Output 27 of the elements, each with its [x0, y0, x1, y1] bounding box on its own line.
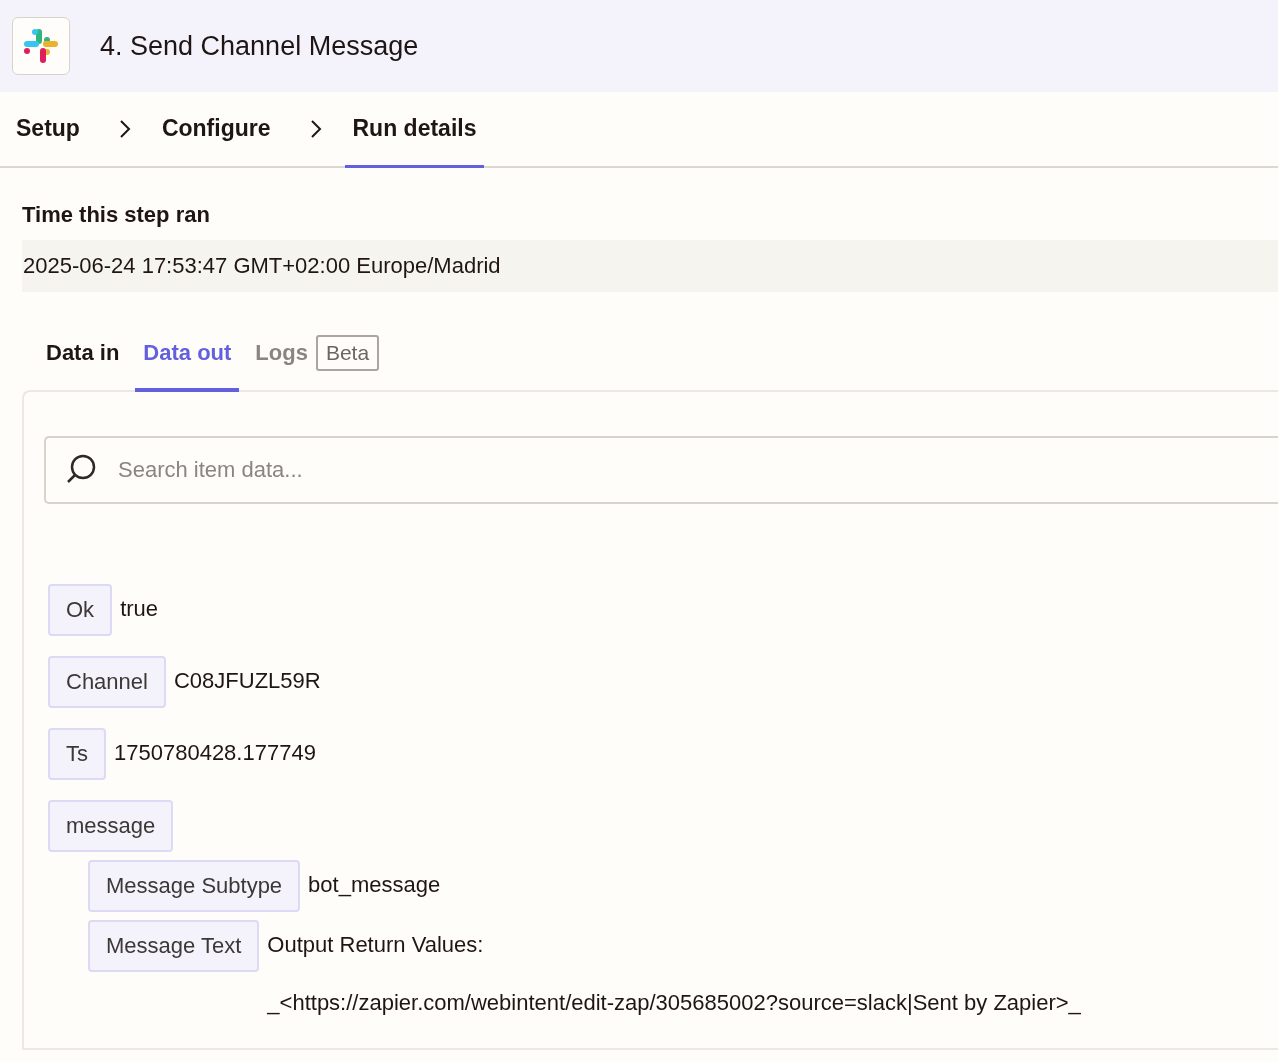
- field-key: message: [48, 800, 174, 852]
- field-value: true: [120, 596, 159, 622]
- data-tab[interactable]: Data in: [38, 334, 128, 392]
- field-key: Channel: [48, 656, 166, 708]
- field-value: _<https://zapier.com/webintent/edit-zap/305685002?source=slack|Sent by Zapier>_: [267, 990, 1081, 1016]
- search-box[interactable]: Search item data...: [44, 436, 1278, 504]
- field-value: bot_message: [308, 872, 441, 898]
- data-tab[interactable]: Logs Beta: [247, 334, 388, 392]
- data-tab[interactable]: Data out: [135, 334, 240, 392]
- field-key: Message Text: [88, 920, 260, 972]
- step-tab[interactable]: Run details: [344, 92, 485, 168]
- field-key: Ts: [48, 728, 106, 780]
- chevron-right-icon: [117, 118, 132, 140]
- field-key: Message Subtype: [88, 860, 301, 912]
- step-tab[interactable]: Configure: [153, 92, 279, 168]
- field-value: 1750780428.177749: [114, 740, 316, 766]
- beta-badge: Beta: [315, 335, 380, 371]
- time-value: 2025-06-24 17:53:47 GMT+02:00 Europe/Madrid: [22, 240, 1278, 292]
- field-key: Ok: [48, 584, 113, 636]
- step-tab[interactable]: Setup: [8, 92, 88, 168]
- search-field[interactable]: Search item data...: [116, 456, 1278, 484]
- field-value: Output Return Values:: [267, 932, 485, 958]
- app-logo-icon: [22, 27, 60, 65]
- field-value: C08JFUZL59R: [173, 668, 321, 694]
- chevron-right-icon: [308, 118, 323, 140]
- step-title: 4. Send Channel Message: [100, 30, 419, 62]
- time-label: Time this step ran: [22, 202, 211, 228]
